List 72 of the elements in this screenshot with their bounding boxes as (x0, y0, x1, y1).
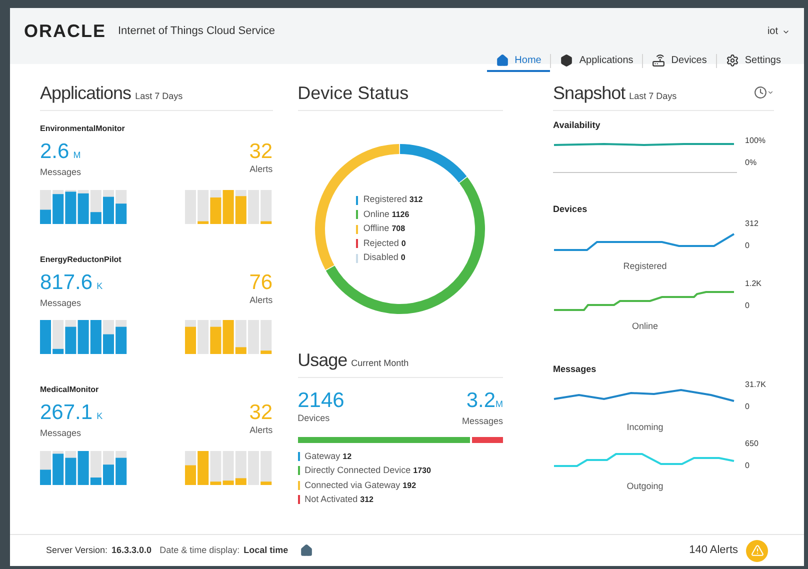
section-title: Device Status (298, 83, 409, 103)
messages-count: 3.2M (466, 390, 504, 414)
app-name: MedicalMonitor (40, 384, 100, 396)
legend-label: Rejected 0 (363, 236, 406, 250)
messages-count: 817.6 K (40, 272, 103, 296)
messages-label: Messages (40, 427, 82, 440)
section-title: Usage (298, 349, 348, 372)
product-title: Internet of Things Cloud Service (118, 24, 275, 40)
section-title: Applications (40, 82, 132, 105)
legend-label: Offline 708 (363, 222, 406, 236)
alerts-label: Alerts (250, 424, 273, 437)
snapshot-section-title: Devices (553, 202, 588, 216)
devices-count: 2146 (298, 390, 344, 412)
snapshot-section-title: Availability (553, 119, 602, 132)
messages-count: 2.6 M (40, 141, 82, 165)
axis-min-label: 0 (745, 460, 750, 472)
chart-label: Online (631, 320, 660, 332)
chart-label: Registered (622, 260, 668, 273)
caret-icon (767, 89, 774, 96)
nav-tab[interactable]: Home (486, 50, 550, 72)
alerts-count: 32 (249, 402, 273, 424)
axis-max-label: 31.7K (745, 378, 766, 390)
axis-max-label: 650 (745, 438, 758, 450)
axis-max-label: 312 (745, 218, 758, 230)
time-range-button[interactable] (754, 86, 774, 99)
nav-tab[interactable]: Settings (716, 50, 790, 72)
time-display-label: Date & time display: (160, 544, 240, 557)
legend-label: Gateway 12 (304, 450, 352, 463)
user-menu[interactable]: iot (767, 24, 790, 39)
legend-label: Not Activated 312 (304, 493, 374, 506)
devices-label: Devices (298, 412, 331, 425)
section-subtitle: Last 7 Days (629, 90, 677, 103)
alerts-label: Alerts (250, 294, 273, 306)
chart-label: Incoming (626, 420, 664, 434)
legend-label: Online 1126 (363, 208, 410, 221)
messages-count: 267.1 K (40, 402, 103, 426)
messages-label: Messages (40, 166, 82, 179)
axis-max-label: 100% (745, 134, 766, 146)
server-version: 16.3.3.0.0 (112, 544, 152, 557)
axis-max-label: 1.2K (745, 278, 762, 290)
nav-tab[interactable]: Applications (551, 50, 642, 72)
axis-min-label: 0% (745, 156, 758, 168)
gear-icon (726, 54, 739, 66)
oracle-logo: ORACLE (24, 20, 106, 43)
home-icon (496, 54, 509, 66)
app-name: EnvironmentalMonitor (40, 123, 126, 135)
home-icon[interactable] (300, 544, 314, 557)
axis-min-label: 0 (745, 400, 750, 412)
cube-icon (560, 54, 574, 66)
alerts-count: 76 (249, 272, 273, 294)
alerts-label: Alerts (250, 163, 273, 176)
server-version-label: Server Version: (46, 544, 108, 557)
section-title: Snapshot (553, 82, 626, 105)
router-icon (652, 54, 666, 66)
section-subtitle: Current Month (351, 357, 409, 370)
alerts-count: 32 (249, 141, 273, 163)
section-subtitle: Last 7 Days (135, 90, 183, 103)
axis-min-label: 0 (745, 240, 750, 252)
axis-min-label: 0 (745, 300, 750, 312)
messages-label: Messages (462, 415, 504, 428)
time-display-value: Local time (244, 544, 288, 557)
legend-label: Registered 312 (363, 193, 423, 206)
legend-label: Directly Connected Device 1730 (304, 464, 431, 477)
nav-tab[interactable]: Devices (643, 50, 716, 72)
legend-label: Connected via Gateway 192 (304, 478, 416, 492)
alerts-total: 140 Alerts (689, 543, 738, 558)
snapshot-section-title: Messages (553, 363, 598, 376)
legend-label: Disabled 0 (363, 251, 406, 264)
app-name: EnergyReductonPilot (40, 254, 122, 266)
chart-label: Outgoing (626, 480, 664, 493)
messages-label: Messages (40, 296, 82, 310)
clock-icon (754, 86, 767, 99)
